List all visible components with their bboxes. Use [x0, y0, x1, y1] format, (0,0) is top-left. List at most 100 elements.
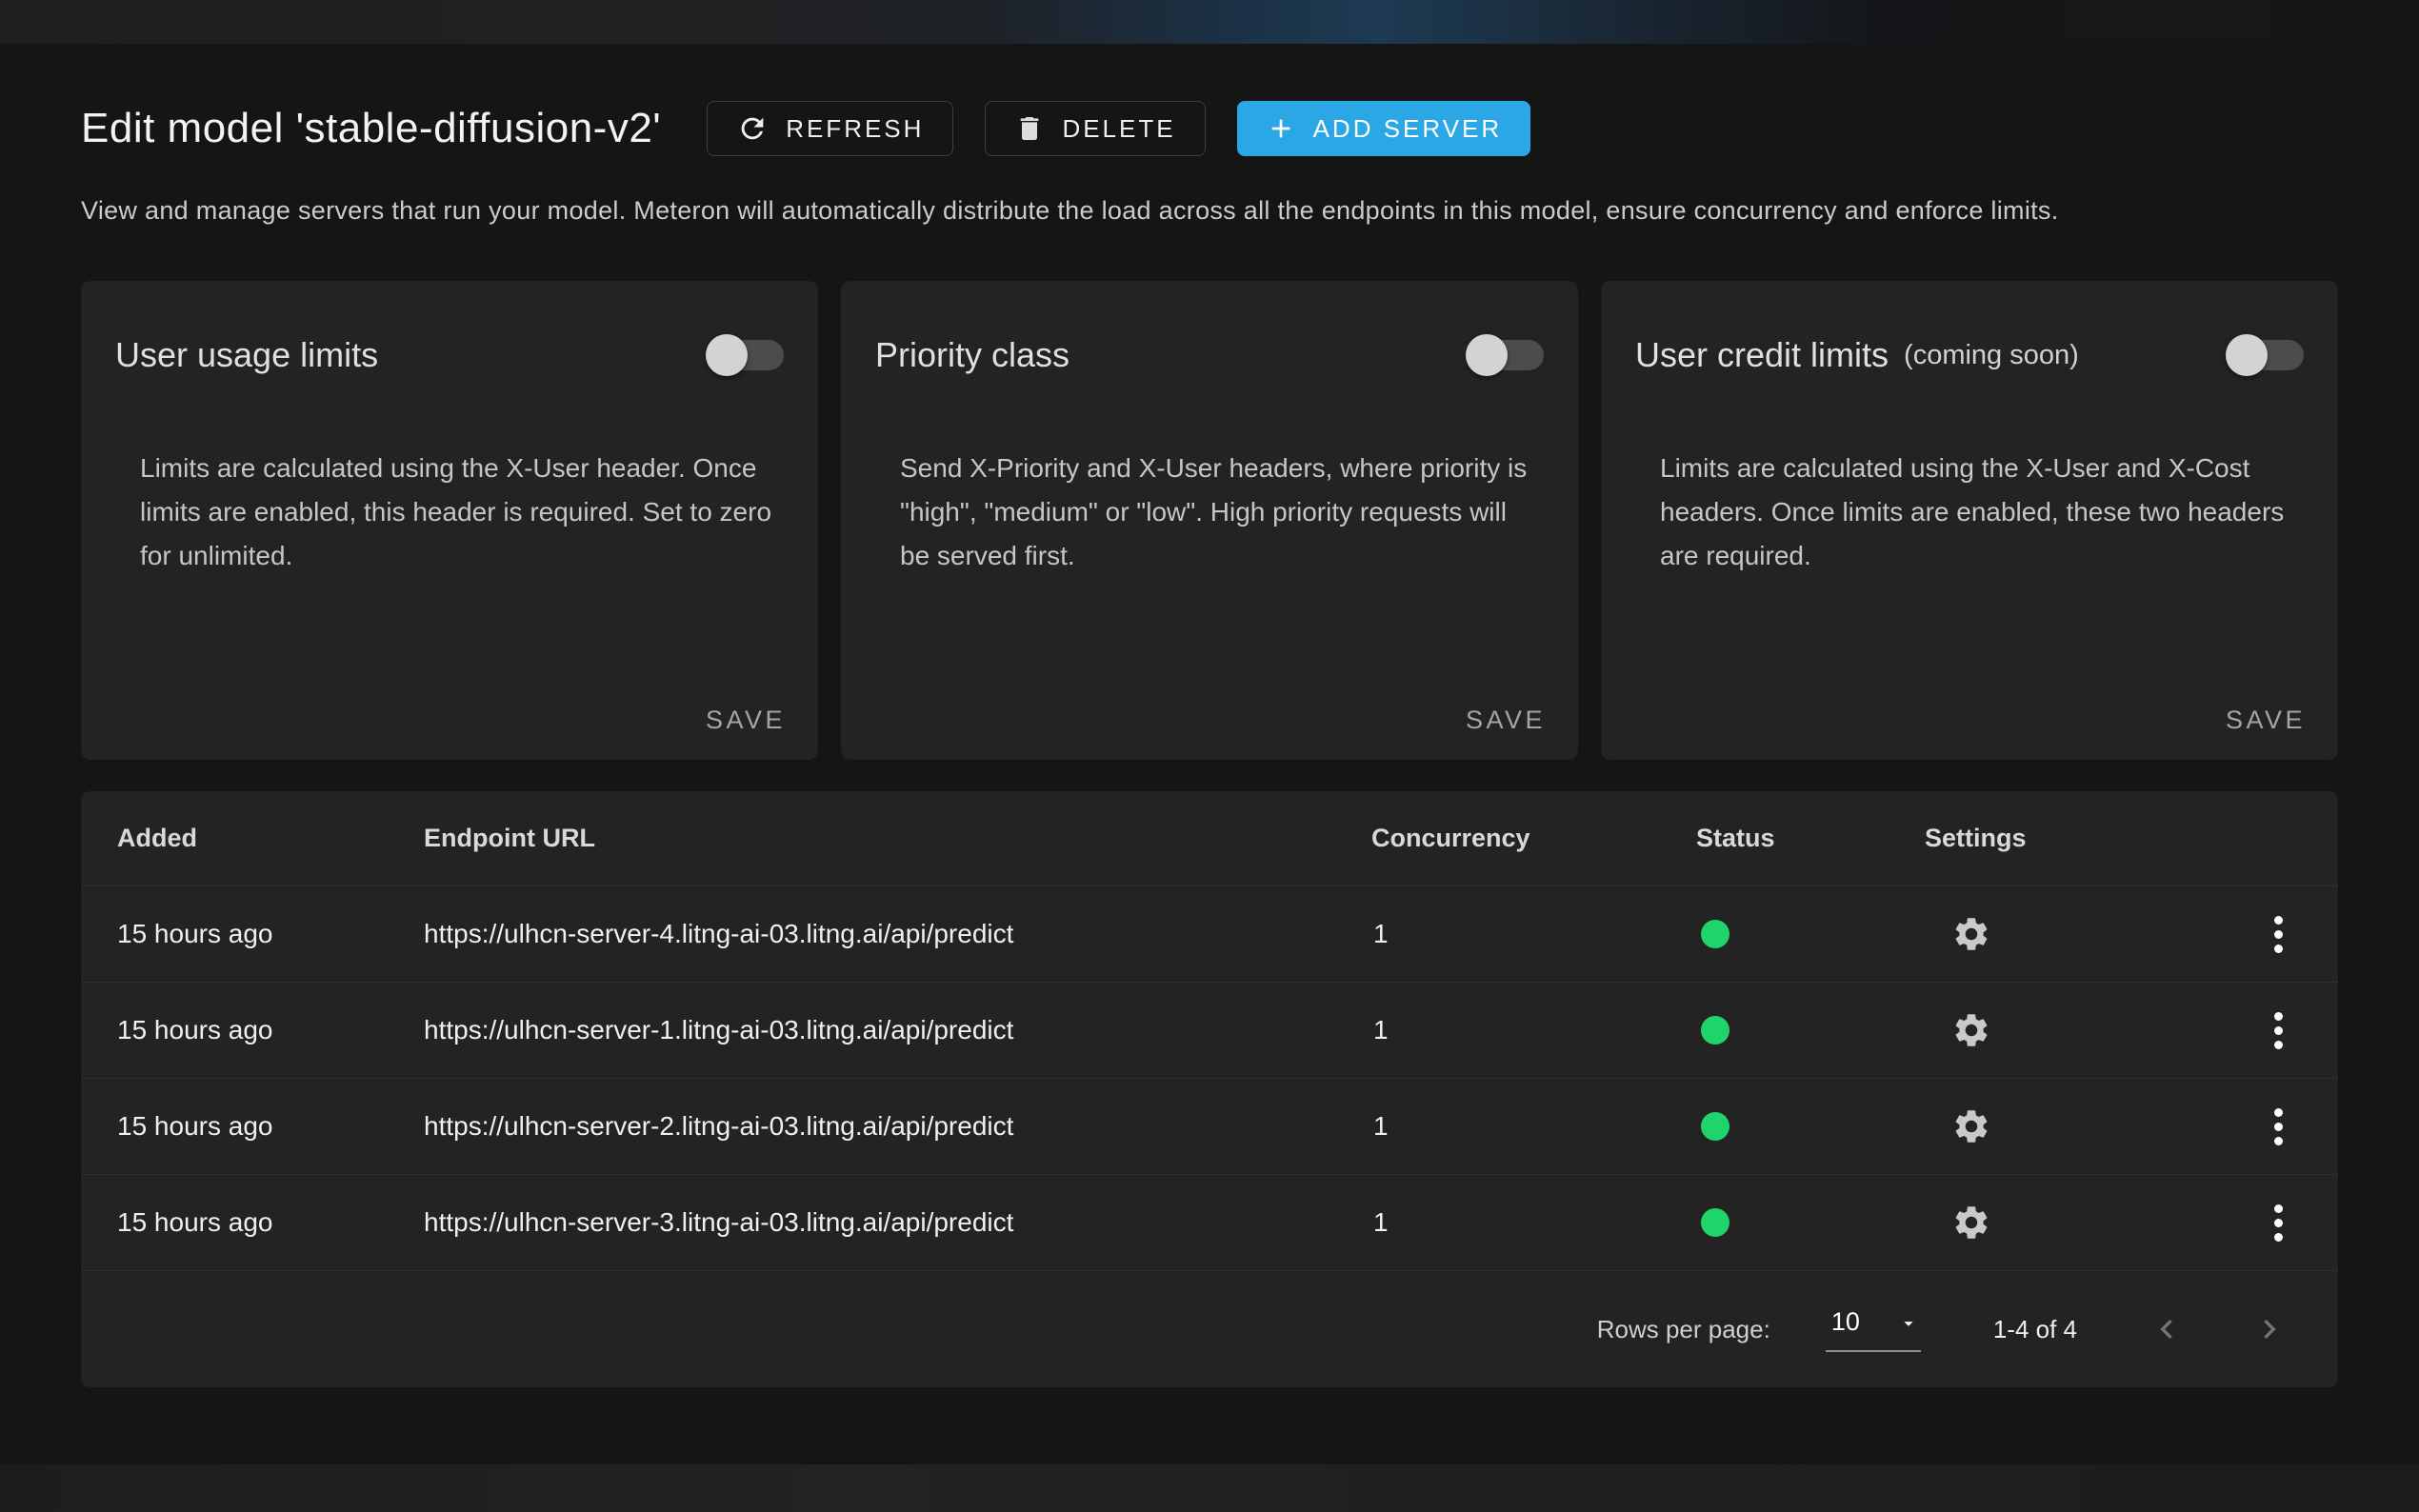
card-user-usage-limits: User usage limits Limits are calculated … [81, 281, 818, 760]
status-online-dot [1701, 1112, 1729, 1141]
card-header: User credit limits (coming soon) [1601, 281, 2338, 376]
table-header-row: Added Endpoint URL Concurrency Status Se… [81, 791, 2338, 886]
status-online-dot [1701, 1208, 1729, 1237]
row-concurrency: 1 [1371, 1015, 1696, 1045]
card-priority-class: Priority class Send X-Priority and X-Use… [841, 281, 1578, 760]
save-button[interactable]: SAVE [2210, 696, 2321, 745]
row-endpoint-url: https://ulhcn-server-2.litng-ai-03.litng… [424, 1111, 1371, 1142]
row-status [1696, 920, 1925, 948]
column-header-status: Status [1696, 824, 1925, 853]
row-settings [1925, 908, 2184, 960]
row-added: 15 hours ago [117, 1111, 424, 1142]
card-user-credit-limits: User credit limits (coming soon) Limits … [1601, 281, 2338, 760]
table-row: 15 hours ago https://ulhcn-server-2.litn… [81, 1079, 2338, 1175]
servers-table: Added Endpoint URL Concurrency Status Se… [81, 791, 2338, 1387]
chevron-right-icon [2250, 1310, 2289, 1348]
user-usage-limits-toggle[interactable] [706, 334, 784, 376]
trash-icon [1014, 113, 1045, 144]
rows-per-page-label: Rows per page: [1597, 1315, 1770, 1344]
row-endpoint-url: https://ulhcn-server-3.litng-ai-03.litng… [424, 1207, 1371, 1238]
card-actions: SAVE [1601, 696, 2338, 760]
row-more [2269, 910, 2302, 959]
card-actions: SAVE [841, 696, 1578, 760]
column-header-endpoint-url: Endpoint URL [424, 824, 1371, 853]
more-options-button[interactable] [2269, 1006, 2289, 1055]
refresh-button[interactable]: REFRESH [707, 101, 953, 156]
more-options-button[interactable] [2269, 910, 2289, 959]
previous-page-button[interactable] [2140, 1303, 2193, 1356]
save-button[interactable]: SAVE [690, 696, 801, 745]
card-body-text: Send X-Priority and X-User headers, wher… [841, 447, 1578, 578]
more-options-button[interactable] [2269, 1199, 2289, 1247]
gear-icon [1951, 1203, 1991, 1243]
card-title-suffix: (coming soon) [1904, 340, 2079, 371]
row-settings [1925, 1005, 2184, 1056]
row-settings [1925, 1197, 2184, 1248]
more-options-button[interactable] [2269, 1103, 2289, 1151]
row-added: 15 hours ago [117, 1015, 424, 1045]
card-header: Priority class [841, 281, 1578, 376]
table-row: 15 hours ago https://ulhcn-server-4.litn… [81, 886, 2338, 983]
row-more [2269, 1103, 2302, 1151]
delete-button[interactable]: DELETE [985, 101, 1205, 156]
card-header: User usage limits [81, 281, 818, 376]
server-settings-button[interactable] [1946, 1197, 1997, 1248]
row-endpoint-url: https://ulhcn-server-1.litng-ai-03.litng… [424, 1015, 1371, 1045]
page-description: View and manage servers that run your mo… [81, 196, 2338, 226]
row-status [1696, 1016, 1925, 1044]
kebab-menu-icon [2274, 1108, 2283, 1145]
row-more [2269, 1006, 2302, 1055]
column-header-added: Added [117, 824, 424, 853]
column-header-settings: Settings [1925, 824, 2184, 853]
gear-icon [1951, 914, 1991, 954]
status-online-dot [1701, 920, 1729, 948]
row-more [2269, 1199, 2302, 1247]
row-concurrency: 1 [1371, 1207, 1696, 1238]
dropdown-arrow-icon [1898, 1307, 1919, 1334]
top-banner [0, 0, 2419, 44]
card-actions: SAVE [81, 696, 818, 760]
row-status [1696, 1208, 1925, 1237]
row-concurrency: 1 [1371, 919, 1696, 949]
main-content: Edit model 'stable-diffusion-v2' REFRESH… [81, 44, 2338, 1387]
kebab-menu-icon [2274, 1012, 2283, 1049]
gear-icon [1951, 1106, 1991, 1146]
table-row: 15 hours ago https://ulhcn-server-3.litn… [81, 1175, 2338, 1271]
card-title: User usage limits [115, 335, 378, 375]
user-credit-limits-toggle[interactable] [2226, 334, 2304, 376]
rows-per-page-select[interactable]: 10 [1826, 1307, 1921, 1352]
add-server-button[interactable]: ADD SERVER [1237, 101, 1531, 156]
card-title: Priority class [875, 335, 1070, 375]
chevron-left-icon [2148, 1310, 2186, 1348]
page-title: Edit model 'stable-diffusion-v2' [81, 105, 661, 152]
kebab-menu-icon [2274, 916, 2283, 953]
kebab-menu-icon [2274, 1204, 2283, 1242]
rows-per-page-value: 10 [1831, 1307, 1860, 1337]
row-settings [1925, 1101, 2184, 1152]
row-concurrency: 1 [1371, 1111, 1696, 1142]
row-added: 15 hours ago [117, 1207, 424, 1238]
title-row: Edit model 'stable-diffusion-v2' REFRESH… [81, 101, 2338, 156]
plus-icon [1266, 113, 1296, 144]
server-settings-button[interactable] [1946, 1005, 1997, 1056]
server-settings-button[interactable] [1946, 908, 1997, 960]
toggle-knob [2226, 334, 2268, 376]
add-server-button-label: ADD SERVER [1313, 114, 1503, 144]
refresh-button-label: REFRESH [786, 114, 924, 144]
card-body-text: Limits are calculated using the X-User h… [81, 447, 818, 578]
status-online-dot [1701, 1016, 1729, 1044]
bottom-banner [0, 1464, 2419, 1512]
column-header-concurrency: Concurrency [1371, 824, 1696, 853]
next-page-button[interactable] [2243, 1303, 2296, 1356]
row-status [1696, 1112, 1925, 1141]
settings-cards: User usage limits Limits are calculated … [81, 281, 2338, 760]
priority-class-toggle[interactable] [1466, 334, 1544, 376]
card-body-text: Limits are calculated using the X-User a… [1601, 447, 2338, 578]
refresh-icon [736, 112, 769, 145]
server-settings-button[interactable] [1946, 1101, 1997, 1152]
delete-button-label: DELETE [1062, 114, 1175, 144]
table-body: 15 hours ago https://ulhcn-server-4.litn… [81, 886, 2338, 1271]
toggle-knob [706, 334, 748, 376]
row-added: 15 hours ago [117, 919, 424, 949]
save-button[interactable]: SAVE [1450, 696, 1561, 745]
